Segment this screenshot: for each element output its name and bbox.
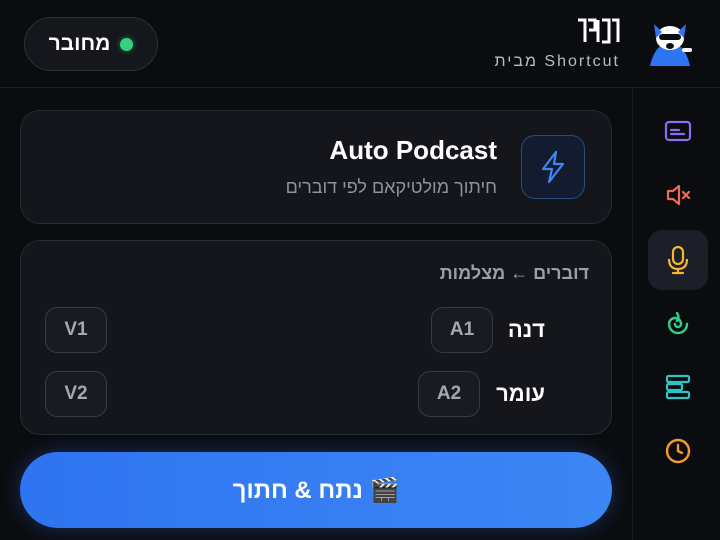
speakers-mapping-title: דוברים ← מצלמות [439, 263, 589, 283]
brand-logo-wordmark [578, 18, 620, 44]
microphone-icon [667, 245, 689, 275]
analyze-and-cut-button[interactable]: 🎬 נתח & חתוך [20, 452, 612, 528]
sidebar-item-spiral[interactable] [648, 294, 708, 354]
connection-status-pill[interactable]: מחובר [24, 17, 158, 71]
feature-title: Auto Podcast [329, 135, 497, 165]
status-online-dot [120, 37, 134, 51]
mute-icon [666, 184, 691, 206]
sidebar-item-history[interactable] [648, 421, 708, 481]
audio-track-tag[interactable]: A2 [418, 371, 480, 417]
sidebar-item-timeline[interactable] [648, 357, 708, 417]
video-track-tag[interactable]: V2 [45, 371, 107, 417]
lightning-bolt-icon [541, 150, 565, 184]
brand-subtitle: מבית Shortcut [494, 53, 620, 70]
speaker-name: דנה [507, 317, 545, 342]
feature-subtitle: חיתוך מולטיקאם לפי דוברים [285, 177, 497, 197]
auto-podcast-card: Auto Podcast חיתוך מולטיקאם לפי דוברים [20, 110, 612, 224]
mascot-dog-icon [650, 24, 692, 66]
video-track-tag[interactable]: V1 [45, 307, 107, 353]
subtitles-icon [664, 120, 692, 142]
audio-track-tag[interactable]: A1 [431, 307, 493, 353]
speaker-name: עומר [496, 381, 545, 406]
status-label: מחובר [48, 32, 111, 55]
brand-logo [576, 16, 620, 52]
spiral-icon [667, 311, 689, 335]
auto-podcast-icon-box [521, 135, 585, 199]
sidebar-item-subtitles[interactable] [648, 101, 708, 161]
tool-sidebar [632, 88, 720, 540]
sidebar-item-mute[interactable] [648, 165, 708, 225]
sidebar-item-microphone[interactable] [648, 230, 708, 290]
timeline-icon [665, 374, 691, 400]
speakers-mapping-card: דוברים ← מצלמות דנה A1 V1 עומר A2 V2 [20, 240, 612, 435]
app-header: מחובר מבית Shortcut [0, 0, 720, 88]
clock-icon [665, 438, 691, 464]
